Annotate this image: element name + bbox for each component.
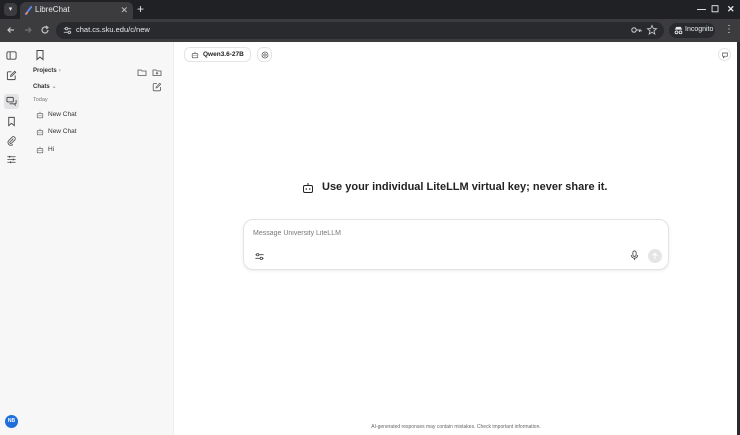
chat-options-button[interactable] — [718, 48, 731, 61]
chats-label: Chats — [33, 84, 50, 90]
chat-title: Hi — [48, 146, 55, 153]
bot-icon — [191, 51, 199, 59]
landing-text: Use your individual LiteLLM virtual key;… — [322, 181, 608, 193]
new-chat-icon — [6, 70, 17, 81]
model-selector-button[interactable]: Qwen3.6-27B — [184, 47, 251, 62]
browser-tab-strip: ▾ LibreChat ✕ + — ☐ ✕ — [0, 0, 740, 19]
temporary-chat-button[interactable] — [257, 47, 272, 62]
star-icon[interactable] — [646, 24, 658, 36]
tab-close-button[interactable]: ✕ — [120, 4, 128, 16]
site-info-icon[interactable] — [62, 25, 73, 36]
incognito-label: Incognito — [685, 26, 714, 33]
bot-icon — [36, 128, 44, 136]
icon-rail: NB — [0, 42, 23, 435]
url-text: chat.cs.sku.edu/c/new — [76, 25, 150, 34]
bookmark-icon — [8, 116, 15, 127]
maximize-button[interactable]: ☐ — [711, 2, 719, 16]
chat-title: New Chat — [48, 128, 77, 135]
message-bubble-icon — [722, 52, 728, 59]
back-icon[interactable] — [4, 23, 18, 37]
browser-menu-button[interactable]: ⋮ — [724, 23, 734, 37]
send-arrow-icon — [652, 252, 658, 259]
chevron-right-icon: › — [58, 68, 61, 74]
message-input[interactable] — [253, 227, 613, 239]
landing-message: Use your individual LiteLLM virtual key;… — [302, 180, 622, 196]
new-chat-button[interactable] — [4, 68, 19, 83]
chat-list-item[interactable]: New Chat — [33, 108, 169, 122]
main-chat-panel: Qwen3.6-27B Use your individual LiteLLM … — [175, 42, 740, 435]
model-name: Qwen3.6-27B — [203, 51, 244, 58]
librechat-app: NB Projects › Chats ⌄ Today New Chat New… — [0, 42, 740, 435]
tab-librechat[interactable]: LibreChat ✕ — [20, 2, 133, 19]
add-folder-icon[interactable] — [152, 67, 162, 77]
projects-section-toggle[interactable]: Projects › — [33, 68, 61, 74]
window-close-button[interactable]: ✕ — [727, 2, 735, 16]
folder-icon[interactable] — [137, 67, 147, 77]
compose-icon[interactable] — [152, 82, 162, 92]
chat-list-item[interactable]: Hi — [33, 143, 169, 157]
settings-sliders-icon — [7, 155, 16, 164]
bot-icon — [303, 183, 313, 193]
today-group-label: Today — [33, 97, 48, 103]
incognito-icon — [674, 26, 683, 35]
sidebar-toggle-icon — [6, 51, 17, 60]
minimize-button[interactable]: — — [697, 2, 706, 16]
sidebar-toggle-button[interactable] — [4, 48, 19, 63]
projects-label: Projects — [33, 68, 57, 74]
user-avatar[interactable]: NB — [5, 415, 18, 428]
settings-nav-button[interactable] — [4, 152, 19, 167]
key-icon[interactable] — [630, 24, 642, 36]
chats-nav-button[interactable] — [4, 94, 19, 109]
temporary-chat-icon — [261, 51, 269, 59]
new-tab-button[interactable]: + — [137, 2, 144, 16]
attachment-icon — [7, 136, 16, 146]
mic-icon[interactable] — [629, 250, 640, 261]
tools-icon[interactable] — [254, 251, 265, 262]
chat-list-item[interactable]: New Chat — [33, 125, 169, 139]
sidebar: Projects › Chats ⌄ Today New Chat New Ch… — [23, 42, 174, 435]
forward-icon[interactable] — [21, 23, 35, 37]
bot-icon — [36, 111, 44, 119]
disclaimer-footer: AI-generated responses may contain mista… — [371, 424, 541, 430]
tab-title: LibreChat — [35, 5, 70, 14]
tab-search-button[interactable]: ▾ — [4, 3, 17, 16]
reload-icon[interactable] — [38, 23, 52, 37]
librechat-favicon-icon — [24, 6, 33, 15]
attachments-nav-button[interactable] — [4, 133, 19, 148]
bookmark-icon[interactable] — [34, 49, 46, 61]
browser-toolbar: chat.cs.sku.edu/c/new Incognito ⋮ — [0, 19, 740, 42]
bot-icon — [36, 146, 44, 154]
message-composer — [243, 219, 669, 270]
address-bar[interactable]: chat.cs.sku.edu/c/new — [56, 22, 664, 39]
bookmarks-nav-button[interactable] — [4, 114, 19, 129]
chats-icon — [6, 96, 17, 106]
send-button[interactable] — [648, 249, 662, 263]
incognito-indicator[interactable]: Incognito — [669, 23, 715, 38]
chevron-down-icon: ⌄ — [51, 84, 57, 90]
chats-section-toggle[interactable]: Chats ⌄ — [33, 83, 57, 90]
chat-title: New Chat — [48, 111, 77, 118]
